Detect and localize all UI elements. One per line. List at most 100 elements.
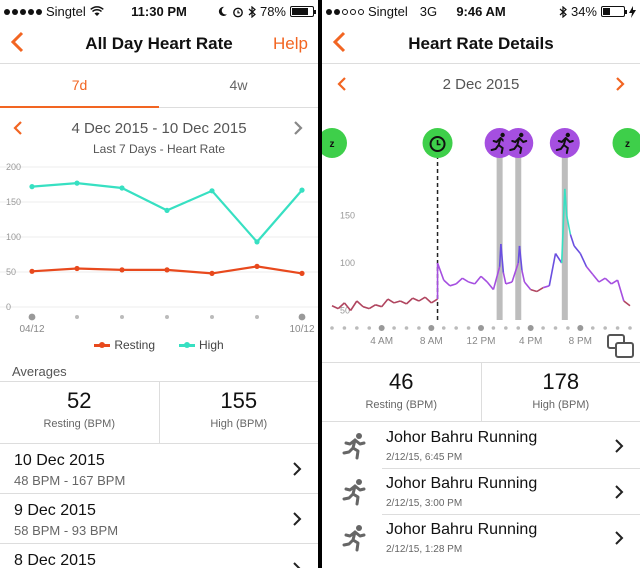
- day-row[interactable]: 9 Dec 2015 58 BPM - 93 BPM: [0, 494, 318, 544]
- resting-average-value: 52: [67, 388, 92, 413]
- x-tick-label: 4 PM: [519, 336, 542, 347]
- day-bpm-range: 48 BPM - 167 BPM: [14, 473, 126, 488]
- expand-chart-icon[interactable]: [606, 332, 636, 360]
- chevron-right-icon: [615, 439, 624, 453]
- status-bar: Singtel 3G 9:46 AM 34%: [322, 0, 640, 22]
- runner-icon: [342, 479, 366, 506]
- x-tick-label: 8 PM: [569, 336, 592, 347]
- y-tick-label: 100: [6, 232, 21, 242]
- resting-point: [209, 270, 215, 276]
- day-row[interactable]: 10 Dec 2015 48 BPM - 167 BPM: [0, 444, 318, 494]
- activity-time: 2/12/15, 6:45 PM: [386, 452, 463, 463]
- bluetooth-icon: [559, 5, 567, 18]
- navigation-bar: Heart Rate Details: [322, 22, 640, 64]
- battery-percent: 34%: [570, 4, 597, 19]
- x-tick-dot: [355, 326, 359, 330]
- heart-rate-details-screen: Singtel 3G 9:46 AM 34% Heart Rate Detail…: [322, 0, 640, 568]
- next-day-icon[interactable]: [610, 74, 630, 94]
- x-tick-dot: [75, 315, 79, 319]
- daily-stats: 46 Resting (BPM) 178 High (BPM): [322, 362, 640, 422]
- tab-4w[interactable]: 4w: [159, 66, 318, 108]
- x-tick-dot: [428, 325, 435, 331]
- chevron-right-icon: [293, 462, 302, 476]
- x-tick-label: 4 AM: [370, 336, 393, 347]
- x-tick-dot: [298, 313, 306, 321]
- chevron-right-icon: [293, 562, 301, 568]
- x-tick-dot: [603, 326, 607, 330]
- date-range-selector: 4 Dec 2015 - 10 Dec 2015: [0, 118, 318, 140]
- resting-point: [74, 265, 80, 272]
- day-row[interactable]: 8 Dec 2015: [0, 544, 318, 568]
- x-tick-label: 12 PM: [467, 336, 496, 347]
- x-tick-label: 8 AM: [420, 336, 443, 347]
- chart-background: [322, 98, 640, 360]
- activity-row[interactable]: Johor Bahru Running 2/12/15, 6:45 PM: [322, 423, 640, 469]
- x-tick-dot: [527, 325, 534, 331]
- y-tick-label: 150: [340, 211, 355, 221]
- x-tick-dot: [441, 326, 446, 330]
- activity-name: Johor Bahru Running: [386, 429, 538, 446]
- high-point: [29, 184, 35, 190]
- x-tick-dot: [516, 326, 521, 330]
- resting-point: [119, 267, 125, 273]
- high-point: [74, 180, 80, 186]
- resting-point: [164, 267, 170, 273]
- x-tick-dot: [417, 326, 421, 330]
- x-tick-label: 10/12: [289, 324, 314, 335]
- page-title: Heart Rate Details: [408, 34, 554, 53]
- tab-7d[interactable]: 7d: [0, 66, 159, 108]
- high-point: [119, 185, 125, 191]
- high-swatch: [179, 341, 195, 348]
- high-average-value: 155: [220, 388, 258, 413]
- resting-swatch: [94, 341, 111, 348]
- date-selector: 2 Dec 2015: [322, 74, 640, 96]
- resting-average: 52 Resting (BPM): [0, 382, 159, 443]
- x-tick-dot: [28, 313, 36, 321]
- x-tick-dot: [628, 326, 632, 330]
- chart-legend: Resting High: [0, 338, 318, 352]
- svg-text:z: z: [330, 139, 335, 150]
- y-tick-label: 200: [6, 162, 21, 172]
- next-range-icon[interactable]: [288, 118, 308, 138]
- runner-icon: [342, 433, 366, 460]
- resting-point: [254, 263, 260, 269]
- x-tick-dot: [342, 326, 347, 330]
- legend-resting: Resting: [94, 338, 155, 352]
- x-tick-dot: [165, 315, 169, 319]
- x-tick-dot: [491, 326, 496, 330]
- x-tick-dot: [454, 326, 458, 330]
- x-tick-dot: [553, 326, 558, 330]
- charging-bolt-icon: [629, 5, 636, 18]
- moon-icon: [218, 6, 228, 17]
- averages-stats: 52 Resting (BPM) 155 High (BPM): [0, 382, 318, 444]
- resting-unit: Resting (BPM): [365, 399, 438, 411]
- activity-row[interactable]: Johor Bahru Running 2/12/15, 3:00 PM: [322, 469, 640, 515]
- svg-text:z: z: [625, 139, 630, 150]
- navigation-bar: All Day Heart Rate Help: [0, 22, 318, 64]
- x-tick-dot: [590, 326, 595, 330]
- x-tick-dot: [541, 326, 545, 330]
- battery-icon: [601, 6, 627, 17]
- run-marker-icon: [503, 128, 534, 158]
- help-button[interactable]: Help: [273, 34, 308, 54]
- high-point: [254, 239, 260, 245]
- x-tick-dot: [255, 315, 259, 319]
- x-tick-dot: [367, 326, 372, 330]
- date-label: 2 Dec 2015: [442, 76, 520, 93]
- x-tick-dot: [378, 325, 385, 331]
- x-tick-dot: [504, 326, 508, 330]
- all-day-heart-rate-screen: Singtel 11:30 PM 78% All Day Heart Rate …: [0, 0, 318, 568]
- x-tick-label: 04/12: [19, 324, 44, 335]
- resting-value: 46: [389, 369, 414, 394]
- high-point: [164, 207, 170, 213]
- workout-band: [515, 148, 522, 320]
- daily-heart-rate-chart[interactable]: 50100150z z4 AM 8 AM 12 PM 4 PM 8 PM: [322, 98, 640, 360]
- range-tabs: 7d 4w: [0, 66, 318, 108]
- x-tick-dot: [330, 326, 334, 330]
- activity-row[interactable]: Johor Bahru Running 2/12/15, 1:28 PM: [322, 515, 640, 561]
- high-point: [299, 187, 305, 193]
- chart-subtitle: Last 7 Days - Heart Rate: [92, 142, 226, 156]
- day-date: 8 Dec 2015: [14, 552, 96, 568]
- x-tick-dot: [404, 326, 409, 330]
- day-date: 10 Dec 2015: [14, 452, 105, 469]
